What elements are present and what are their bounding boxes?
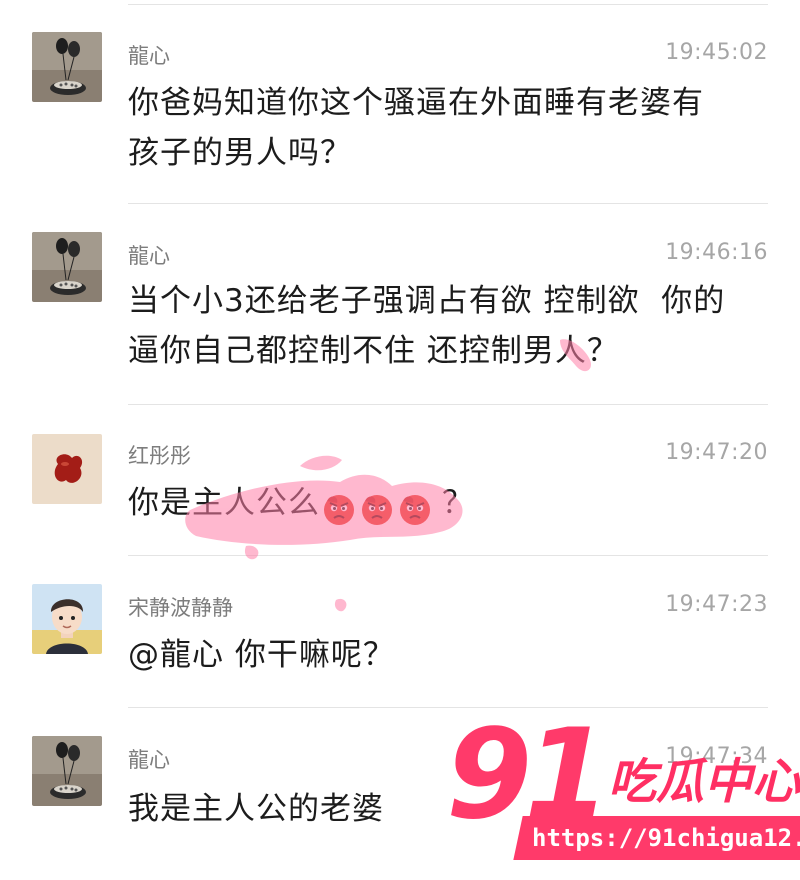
message-text-part: ？ [442,485,474,521]
divider [128,203,768,204]
message-time: 19:47:23 [665,592,768,617]
balloon-photo-avatar[interactable] [32,32,102,102]
cartoon-boy-avatar[interactable] [32,584,102,654]
angry-face-emoji [359,491,395,527]
message-time: 19:47:20 [665,440,768,465]
message-line: 你爸妈知道你这个骚逼在外面睡有老婆有 [128,85,704,121]
sender-name: 红彤彤 [128,444,191,468]
angry-face-emoji [321,491,357,527]
divider [128,4,768,5]
message-text: @龍心 你干嘛呢？ [128,630,748,680]
site-watermark-logo: 91 吃瓜中心 https://91chigua12.com [446,710,800,868]
message-line: @龍心 你干嘛呢？ [128,637,395,673]
balloon-photo-avatar[interactable] [32,232,102,302]
divider [128,404,768,405]
message-line: 孩子的男人吗？ [128,135,352,171]
balloon-photo-avatar[interactable] [32,736,102,806]
watermark-url-text: https://91chigua12.com [532,824,800,852]
angry-face-emoji [397,491,433,527]
message-time: 19:45:02 [665,40,768,65]
message-line: 当个小3还给老子强调占有欲 控制欲 你的 [128,283,726,319]
divider [128,555,768,556]
message-line: 逼你自己都控制不住 还控制男人？ [128,333,619,369]
message-text: 当个小3还给老子强调占有欲 控制欲 你的 逼你自己都控制不住 还控制男人？ [128,276,748,376]
message-text-part: 你是主人公么 [128,485,320,521]
message-text: 你是主人公么 ？ [128,478,748,528]
sender-name: 龍心 [128,44,170,68]
watermark-title: 吃瓜中心 [608,754,800,810]
message-time: 19:46:16 [665,240,768,265]
red-bean-avatar[interactable] [32,434,102,504]
watermark-url: https://91chigua12.com [513,816,800,860]
emoji-group [320,483,434,527]
sender-name: 龍心 [128,244,170,268]
sender-name: 宋静波静静 [128,596,233,620]
sender-name: 龍心 [128,748,170,772]
message-text: 你爸妈知道你这个骚逼在外面睡有老婆有 孩子的男人吗？ [128,78,748,178]
